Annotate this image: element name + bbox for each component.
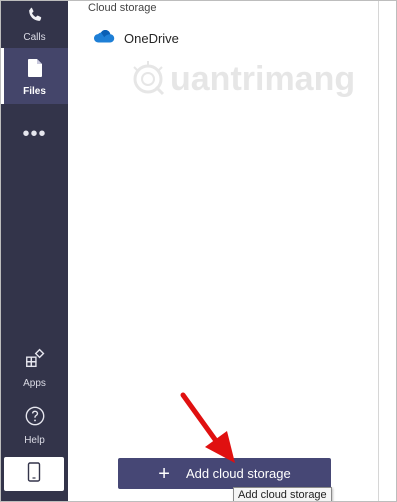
cloud-provider-name: OneDrive [124, 30, 179, 46]
rail-label-apps: Apps [23, 378, 46, 389]
add-cloud-storage-tooltip: Add cloud storage [233, 487, 332, 501]
rail-item-apps[interactable]: Apps [1, 344, 68, 390]
phone-icon [26, 6, 44, 29]
cloud-provider-onedrive[interactable]: OneDrive [92, 27, 179, 49]
watermark-text: uantrimang [170, 59, 356, 98]
app-bar: Calls Files ••• Apps Help [1, 1, 68, 501]
more-icon: ••• [22, 123, 47, 145]
file-icon [27, 58, 43, 83]
watermark-logo: uantrimang [128, 59, 355, 99]
rail-item-more[interactable]: ••• [1, 119, 68, 149]
rail-label-help: Help [24, 435, 45, 446]
panel-divider [378, 1, 379, 501]
rail-label-calls: Calls [23, 32, 46, 43]
watermark-sun-icon [133, 61, 165, 96]
rail-item-files[interactable]: Files [1, 48, 68, 104]
onedrive-cloud-icon [92, 28, 116, 49]
rail-item-device[interactable] [4, 457, 64, 491]
teams-window: Calls Files ••• Apps Help Cloud storage … [0, 0, 397, 502]
rail-item-help[interactable]: Help [1, 401, 68, 447]
annotation-arrow-icon [180, 392, 235, 463]
cloud-storage-heading: Cloud storage [88, 2, 157, 14]
rail-item-calls[interactable]: Calls [1, 1, 68, 45]
help-icon [24, 405, 46, 432]
apps-icon [24, 348, 46, 375]
phone-device-icon [27, 461, 41, 487]
rail-label-files: Files [23, 86, 46, 97]
